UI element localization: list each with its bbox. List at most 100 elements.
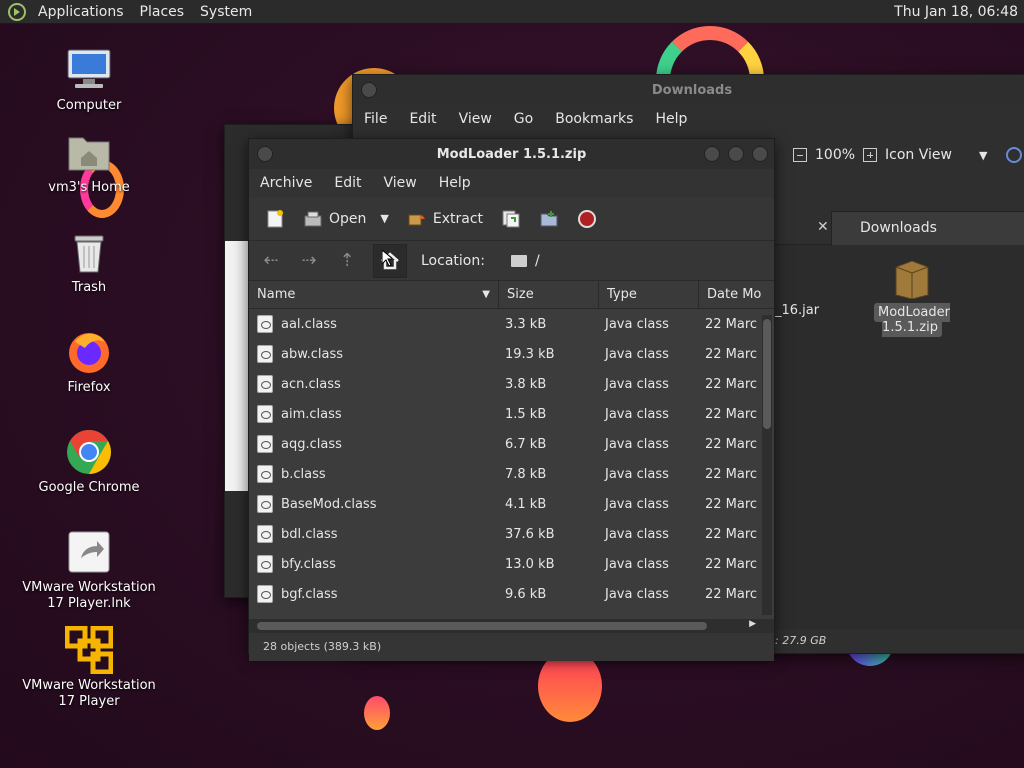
- desktop-icon-firefox[interactable]: Firefox: [14, 328, 164, 396]
- vertical-scroll-thumb[interactable]: [763, 319, 771, 429]
- desktop-icon-chrome[interactable]: Google Chrome: [14, 428, 164, 496]
- back-arrow-icon[interactable]: ⇠: [259, 249, 283, 273]
- menu-view[interactable]: View: [373, 169, 428, 197]
- cell-size: 9.6 kB: [505, 586, 547, 602]
- table-row[interactable]: aal.class 3.3 kB Java class 22 March: [249, 309, 774, 339]
- file-item-modloader[interactable]: ModLoader 1.5.1.zip: [849, 259, 975, 337]
- menu-help[interactable]: Help: [644, 105, 698, 133]
- menu-file[interactable]: File: [353, 105, 398, 133]
- menu-system[interactable]: System: [192, 0, 260, 24]
- tab-downloads[interactable]: Downloads: [831, 211, 1024, 245]
- firefox-icon: [65, 328, 113, 376]
- column-name[interactable]: Name ▼: [249, 280, 499, 309]
- distro-logo-icon[interactable]: [8, 2, 26, 21]
- cell-size: 6.7 kB: [505, 436, 547, 452]
- add-files-button[interactable]: [495, 203, 527, 235]
- vertical-scrollbar[interactable]: [762, 315, 772, 615]
- window-menu-button[interactable]: [257, 146, 273, 162]
- table-row[interactable]: b.class 7.8 kB Java class 22 March: [249, 459, 774, 489]
- menu-bookmarks[interactable]: Bookmarks: [544, 105, 644, 133]
- downloads-title: Downloads: [651, 82, 733, 98]
- close-button[interactable]: [752, 146, 768, 162]
- table-row[interactable]: bfy.class 13.0 kB Java class 22 March: [249, 549, 774, 579]
- zoom-in-icon[interactable]: [863, 148, 878, 162]
- menu-edit[interactable]: Edit: [398, 105, 447, 133]
- downloads-icon-view: _16.jar ModLoader 1.5.1.zip: [775, 245, 1024, 629]
- menu-archive[interactable]: Archive: [249, 169, 323, 197]
- menu-edit[interactable]: Edit: [323, 169, 372, 197]
- location-bar: ⇠ ⇢ ⇡ Location: /: [249, 241, 774, 281]
- archive-toolbar: Open ▼ Extract: [249, 197, 774, 241]
- java-class-file-icon: [257, 345, 273, 363]
- desktop-icon-trash[interactable]: Trash: [14, 228, 164, 296]
- chevron-down-icon[interactable]: ▼: [979, 149, 987, 162]
- cell-date: 22 March: [705, 586, 757, 602]
- archive-title: ModLoader 1.5.1.zip: [436, 146, 587, 162]
- horizontal-scroll-thumb[interactable]: [257, 622, 707, 630]
- window-menu-button[interactable]: [361, 82, 377, 98]
- table-row[interactable]: acn.class 3.8 kB Java class 22 March: [249, 369, 774, 399]
- zip-archive-icon: [893, 259, 931, 300]
- table-row[interactable]: aim.class 1.5 kB Java class 22 March: [249, 399, 774, 429]
- open-button[interactable]: Open ▼: [297, 203, 395, 235]
- new-archive-icon: [265, 209, 285, 229]
- desktop-icon-vmware[interactable]: VMware Workstation 17 Player: [14, 625, 164, 710]
- zoom-out-icon[interactable]: [793, 148, 807, 162]
- archive-manager-window[interactable]: ModLoader 1.5.1.zip Archive Edit View He…: [248, 138, 775, 661]
- file-list: aal.class3.3 kBJava class22 Marchabw.cla…: [249, 309, 774, 619]
- desktop-icon-home[interactable]: vm3's Home: [14, 128, 164, 196]
- add-folder-button[interactable]: [533, 203, 565, 235]
- archive-titlebar[interactable]: ModLoader 1.5.1.zip: [249, 139, 774, 169]
- open-label: Open: [329, 210, 367, 227]
- downloads-titlebar[interactable]: Downloads: [353, 75, 1024, 105]
- view-mode-select[interactable]: Icon View: [885, 147, 971, 163]
- table-row[interactable]: BaseMod.class 4.1 kB Java class 22 March: [249, 489, 774, 519]
- extract-button[interactable]: Extract: [401, 203, 489, 235]
- table-row[interactable]: bgf.class 9.6 kB Java class 22 March: [249, 579, 774, 609]
- open-archive-icon: [303, 209, 323, 229]
- column-header: Name ▼ Size Type Date Mo: [249, 280, 774, 309]
- menu-go[interactable]: Go: [503, 105, 544, 133]
- search-icon[interactable]: [1005, 147, 1022, 163]
- cell-name: b.class: [249, 465, 497, 483]
- horizontal-scrollbar[interactable]: ▶: [249, 619, 774, 633]
- top-panel: Applications Places System Thu Jan 18, 0…: [0, 0, 1024, 24]
- java-class-file-icon: [257, 555, 273, 573]
- cell-type: Java class: [605, 526, 669, 542]
- desktop-icon-computer[interactable]: Computer: [14, 46, 164, 114]
- cell-name: aqg.class: [249, 435, 497, 453]
- table-row[interactable]: bdl.class 37.6 kB Java class 22 March: [249, 519, 774, 549]
- computer-icon: [65, 46, 113, 94]
- table-row[interactable]: abw.class 19.3 kB Java class 22 March: [249, 339, 774, 369]
- shortcut-icon: [65, 528, 113, 576]
- cell-date: 22 March: [705, 406, 757, 422]
- chevron-down-icon[interactable]: ▼: [380, 212, 388, 225]
- menu-places[interactable]: Places: [132, 0, 193, 24]
- column-date[interactable]: Date Mo: [699, 281, 774, 309]
- up-arrow-icon[interactable]: ⇡: [335, 249, 359, 273]
- chrome-icon: [65, 428, 113, 476]
- panel-clock[interactable]: Thu Jan 18, 06:48: [894, 4, 1024, 20]
- forward-arrow-icon[interactable]: ⇢: [297, 249, 321, 273]
- column-size[interactable]: Size: [499, 280, 599, 309]
- stop-button[interactable]: [571, 203, 603, 235]
- file-item-jar[interactable]: _16.jar: [775, 303, 819, 318]
- menu-help[interactable]: Help: [428, 169, 482, 197]
- close-tab-icon[interactable]: ✕: [817, 219, 829, 235]
- cell-size: 1.5 kB: [505, 406, 547, 422]
- cell-date: 22 March: [705, 496, 757, 512]
- maximize-button[interactable]: [728, 146, 744, 162]
- downloads-toolbar: 100% Icon View ▼: [793, 139, 1022, 171]
- java-class-file-icon: [257, 315, 273, 333]
- table-row[interactable]: aqg.class 6.7 kB Java class 22 March: [249, 429, 774, 459]
- scroll-right-icon[interactable]: ▶: [749, 619, 756, 629]
- minimize-button[interactable]: [704, 146, 720, 162]
- menu-view[interactable]: View: [448, 105, 503, 133]
- column-type[interactable]: Type: [599, 280, 699, 309]
- desktop-icon-vmware-lnk[interactable]: VMware Workstation 17 Player.lnk: [14, 528, 164, 612]
- location-path[interactable]: /: [535, 253, 540, 269]
- menu-applications[interactable]: Applications: [30, 0, 132, 24]
- zoom-level[interactable]: 100%: [815, 147, 855, 163]
- downloads-statusbar: : 27.9 GB: [775, 629, 1024, 653]
- new-archive-button[interactable]: [259, 203, 291, 235]
